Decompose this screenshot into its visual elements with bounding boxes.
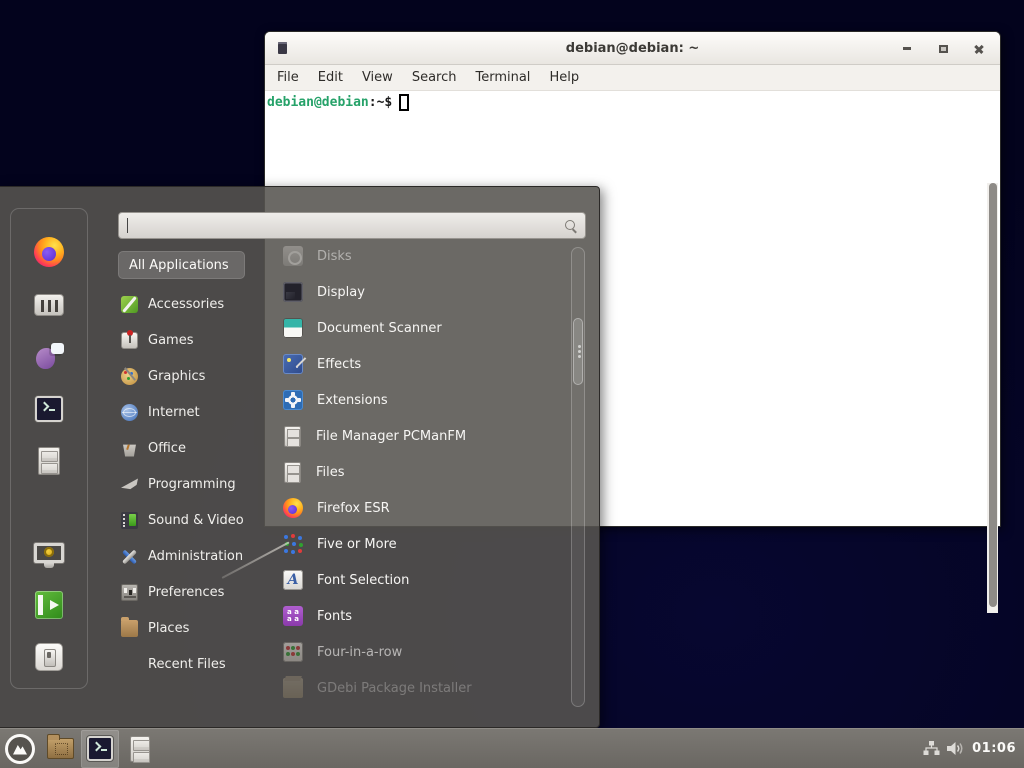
terminal-scrollbar[interactable] (987, 183, 998, 613)
terminal-scrollbar-thumb[interactable] (989, 183, 997, 607)
file-cabinet-icon (130, 736, 150, 762)
app-five-or-more[interactable]: Five or More (283, 526, 563, 562)
search-icon (565, 220, 577, 232)
app-effects[interactable]: Effects (283, 346, 563, 382)
category-graphics[interactable]: Graphics (118, 358, 268, 394)
firefox-icon (283, 498, 303, 518)
close-icon[interactable] (968, 39, 990, 59)
accessories-icon (121, 296, 138, 313)
applications-scrollbar[interactable] (571, 247, 585, 707)
log-out-icon[interactable] (31, 587, 67, 623)
app-document-scanner[interactable]: Document Scanner (283, 310, 563, 346)
category-preferences[interactable]: Preferences (118, 574, 268, 610)
minimize-icon[interactable] (896, 39, 918, 59)
terminal-titlebar[interactable]: debian@debian: ~ (265, 32, 1000, 65)
menu-view[interactable]: View (362, 70, 393, 85)
favorite-pidgin-icon[interactable] (31, 338, 67, 374)
category-programming[interactable]: Programming (118, 466, 268, 502)
menu-button[interactable] (1, 730, 39, 768)
preferences-icon (121, 584, 138, 601)
taskbar: 01:06 (0, 728, 1024, 768)
prompt-line: debian@debian:~$ (267, 94, 998, 111)
applications-scrollbar-thumb[interactable] (573, 318, 583, 385)
favorite-settings-mixer-icon[interactable] (31, 287, 67, 323)
fonts-icon (283, 606, 303, 626)
category-office[interactable]: Office (118, 430, 268, 466)
effects-icon (283, 354, 303, 374)
app-files[interactable]: Files (283, 454, 563, 490)
search-caret (127, 218, 128, 233)
category-administration[interactable]: Administration (118, 538, 268, 574)
places-icon (121, 620, 138, 637)
graphics-icon (121, 368, 138, 385)
prompt-user-host: debian@debian (267, 95, 369, 110)
document-scanner-icon (283, 318, 303, 338)
favorite-file-manager-icon[interactable] (31, 443, 67, 479)
font-selection-icon (283, 570, 303, 590)
category-places[interactable]: Places (118, 610, 268, 646)
app-extensions[interactable]: Extensions (283, 382, 563, 418)
files-icon (284, 462, 301, 483)
programming-icon (121, 476, 138, 493)
search-input[interactable] (118, 212, 586, 239)
menu-file[interactable]: File (277, 70, 299, 85)
office-icon (121, 440, 138, 457)
applications-list: Disks Display Document Scanner Effects E… (283, 238, 563, 706)
category-sound-video[interactable]: Sound & Video (118, 502, 268, 538)
taskbar-file-cabinet-button[interactable] (121, 730, 159, 768)
menu-help[interactable]: Help (549, 70, 579, 85)
menu-logo-icon (4, 733, 36, 765)
category-accessories[interactable]: Accessories (118, 286, 268, 322)
display-icon (283, 282, 303, 302)
desktop: debian@debian: ~ File Edit View Search T… (0, 0, 1024, 768)
category-games[interactable]: Games (118, 322, 268, 358)
scrollbar-grip-icon (578, 345, 581, 348)
games-icon (121, 332, 138, 349)
terminal-cursor (399, 94, 409, 111)
category-recent-files[interactable]: Recent Files (118, 646, 268, 682)
category-all-applications[interactable]: All Applications (118, 251, 245, 279)
system-tray: 01:06 (923, 741, 1024, 756)
four-in-a-row-icon (283, 642, 303, 662)
application-menu: debian All Applications Accessories Game… (0, 186, 600, 728)
network-icon[interactable] (923, 741, 940, 756)
maximize-icon[interactable] (932, 39, 954, 59)
taskbar-terminal-button[interactable] (81, 730, 119, 768)
window-controls (896, 32, 990, 65)
terminal-window-icon (278, 42, 287, 54)
category-internet[interactable]: Internet (118, 394, 268, 430)
internet-icon (121, 404, 138, 421)
app-display[interactable]: Display (283, 274, 563, 310)
shut-down-icon[interactable] (31, 639, 67, 675)
menu-terminal[interactable]: Terminal (475, 70, 530, 85)
app-fonts[interactable]: Fonts (283, 598, 563, 634)
clock: 01:06 (972, 741, 1016, 756)
favorites-column (10, 208, 88, 689)
terminal-menubar: File Edit View Search Terminal Help (265, 65, 1000, 91)
app-file-manager-pcmanfm[interactable]: File Manager PCManFM (283, 418, 563, 454)
volume-icon[interactable] (947, 741, 965, 756)
app-firefox-esr[interactable]: Firefox ESR (283, 490, 563, 526)
app-font-selection[interactable]: Font Selection (283, 562, 563, 598)
disks-icon (283, 246, 303, 266)
file-manager-icon (284, 426, 301, 447)
folder-icon (47, 738, 74, 759)
terminal-title: debian@debian: ~ (566, 41, 699, 56)
prompt-suffix: :~$ (369, 95, 392, 110)
gdebi-icon (283, 678, 303, 698)
app-four-in-a-row[interactable]: Four-in-a-row (283, 634, 563, 670)
sound-video-icon (121, 512, 138, 529)
menu-search[interactable]: Search (412, 70, 457, 85)
app-disks[interactable]: Disks (283, 238, 563, 274)
menu-edit[interactable]: Edit (318, 70, 343, 85)
favorite-firefox-icon[interactable] (31, 234, 67, 270)
categories-column: All Applications Accessories Games Graph… (118, 250, 268, 682)
taskbar-file-manager-button[interactable] (41, 730, 79, 768)
administration-icon (121, 548, 138, 565)
app-gdebi-package-installer[interactable]: GDebi Package Installer (283, 670, 563, 706)
extensions-icon (283, 390, 303, 410)
favorite-terminal-icon[interactable] (31, 391, 67, 427)
terminal-icon (87, 736, 113, 761)
lock-screen-icon[interactable] (31, 535, 67, 571)
